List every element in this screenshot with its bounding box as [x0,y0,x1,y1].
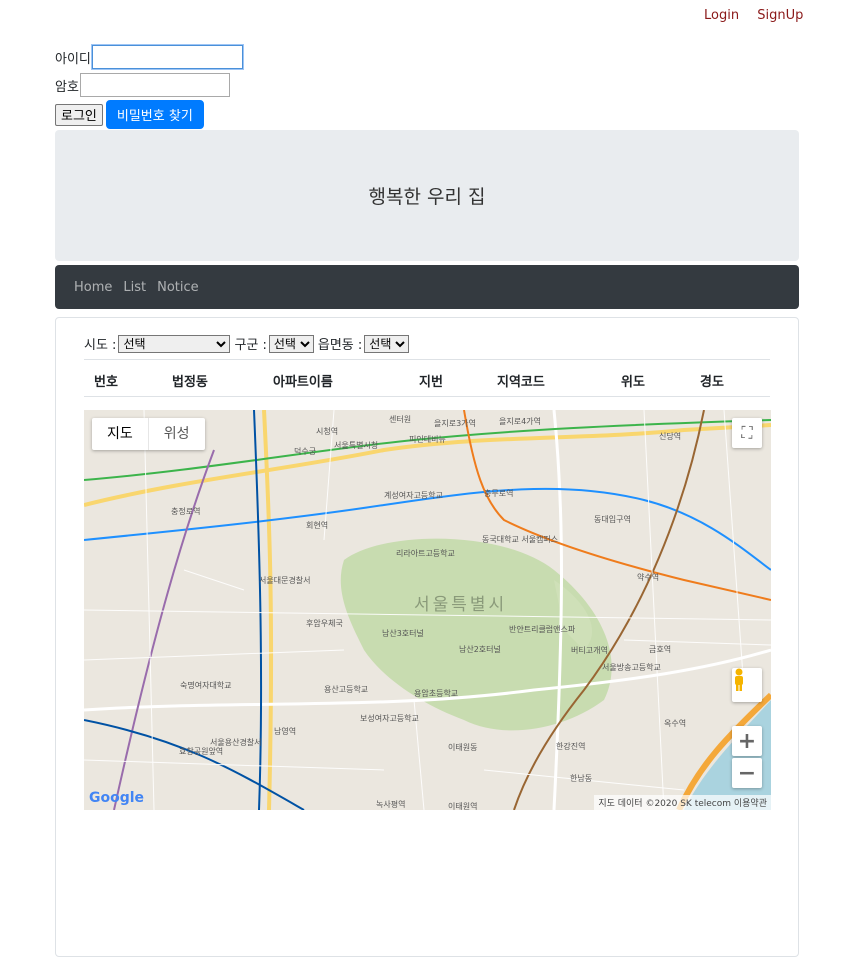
map-place-label: 서울특별시청 [334,441,379,450]
map-place-label: 이태원역 [448,802,478,810]
map-place-label: 회현역 [306,521,329,530]
jumbotron-title: 행복한 우리 집 [368,186,486,208]
map-place-label: 녹사평역 [376,800,406,809]
map-place-label: 후암우체국 [306,619,343,628]
gugun-select[interactable]: 선택 [268,334,314,353]
map-place-label: 이태원동 [448,743,478,752]
fullscreen-icon[interactable]: ⛶ [732,418,762,448]
map-type-control: 지도 위성 [92,418,205,450]
map-type-satellite[interactable]: 위성 [147,418,205,450]
map-place-label: 용산고등학교 [324,685,369,694]
col-number: 번호 [94,375,118,390]
map-place-label: 시청역 [316,427,339,436]
map-place-label: 리라아트고등학교 [396,549,455,558]
map-place-label: 금호역 [649,645,672,654]
gugun-label: 구군 : [234,338,267,353]
map-place-label: 옥수역 [664,719,687,728]
col-area-code: 지역코드 [497,375,545,390]
map-place-label: 센터원 [389,415,412,424]
map-place-label: 서울방송고등학교 [602,663,661,672]
map-place-label: 덕수궁 [294,447,317,456]
map-place-label: 효창공원앞역 [179,747,224,756]
id-label: 아이디 [55,51,91,67]
map-place-label: 계성여자고등학교 [384,491,443,500]
map-place-label: 을지로4가역 [499,417,541,426]
nav-home[interactable]: Home [74,280,112,295]
map[interactable]: 지도 위성 ⛶ 서울특별시 센터원 을지로3가역 을지로4가역 시청역 서울특별… [84,410,771,810]
map-place-label: 을지로3가역 [434,419,476,428]
login-button[interactable]: 로그인 [55,103,103,126]
table-header: 번호 법정동 아파트이름 지번 지역코드 위도 경도 [84,359,770,397]
map-place-label: 반얀트리클럽앤스파 [509,625,576,634]
map-place-label: 한남동 [570,774,593,783]
col-lng: 경도 [700,375,724,390]
map-place-label: 숙명여자대학교 [180,681,232,690]
google-logo: Google [89,790,144,806]
content-card: 시도 : 선택 구군 : 선택 읍면동 : 선택 번호 법정동 아파트이름 지번… [55,317,799,957]
zoom-out-button[interactable]: − [732,758,762,788]
map-place-label: 버티고개역 [571,646,608,655]
sido-label: 시도 : [84,338,117,353]
id-input[interactable] [91,45,243,69]
map-city-label: 서울특별시 [414,595,508,615]
col-jibun: 지번 [419,375,443,390]
map-type-map[interactable]: 지도 [92,418,148,450]
map-attribution[interactable]: 지도 데이터 ©2020 SK telecom 이용약관 [594,795,771,810]
map-place-label: 동국대학교 서울캠퍼스 [482,535,559,544]
password-input[interactable] [79,73,230,97]
sido-select[interactable]: 선택 [118,334,231,353]
map-place-label: 남산2호터널 [459,645,501,654]
signup-link[interactable]: SignUp [757,8,803,23]
nav-notice[interactable]: Notice [157,280,199,295]
map-place-label: 충무로역 [484,489,514,498]
col-lat: 위도 [621,375,645,390]
map-place-label: 충정로역 [171,507,201,516]
map-place-label: 약수역 [637,573,660,582]
login-form: 아이디 암호 로그인 비밀번호 찾기 [55,44,243,129]
dong-label: 읍면동 : [317,338,363,353]
jumbotron: 행복한 우리 집 [55,130,799,261]
find-password-button[interactable]: 비밀번호 찾기 [105,100,204,129]
col-dong: 법정동 [172,375,208,390]
map-place-label: 남산3호터널 [382,629,424,638]
map-place-label: 용암초등학교 [414,689,459,698]
nav-list[interactable]: List [123,280,146,295]
filters: 시도 : 선택 구군 : 선택 읍면동 : 선택 [84,334,413,353]
col-apt-name: 아파트이름 [273,375,333,390]
map-place-label: 동대입구역 [594,515,631,524]
zoom-in-button[interactable]: + [732,726,762,756]
top-links: Login SignUp [704,8,817,23]
map-place-label: 보성여자고등학교 [360,714,419,723]
pegman-icon[interactable] [732,668,762,702]
navbar: Home List Notice [55,265,799,309]
google-logo-text: Google [89,790,145,806]
map-place-label: 남영역 [274,727,297,736]
login-link[interactable]: Login [704,8,739,23]
map-place-label: 한강진역 [556,742,586,751]
map-place-label: 피인데비뉴 [409,435,446,444]
dong-select[interactable]: 선택 [364,334,410,353]
map-place-label: 서울대문경찰서 [259,576,311,585]
map-place-label: 신당역 [659,432,682,441]
password-label: 암호 [55,79,79,95]
